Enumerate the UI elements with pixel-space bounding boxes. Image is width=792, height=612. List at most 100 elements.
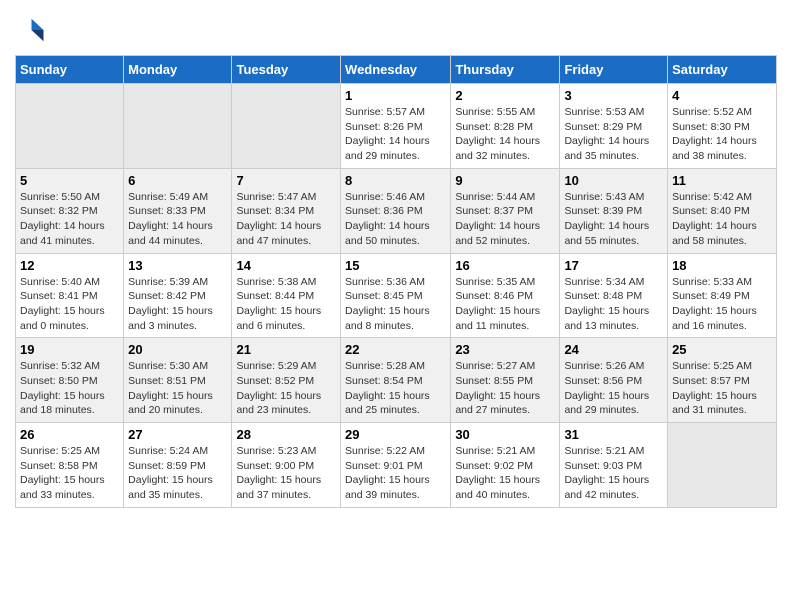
calendar-cell: 18Sunrise: 5:33 AM Sunset: 8:49 PM Dayli… <box>668 253 777 338</box>
calendar-cell: 22 Sunrise: 5:28 AM Sunset: 8:54 PM Dayli… <box>341 338 451 423</box>
day-number: 6 <box>128 173 227 188</box>
calendar-week-row: 26 Sunrise: 5:25 AM Sunset: 8:58 PM Dayli… <box>16 423 777 508</box>
day-info: Sunrise: 5:28 AM Sunset: 8:54 PM Dayligh… <box>345 359 446 418</box>
logo-icon <box>15 15 45 45</box>
day-number: 11 <box>672 173 772 188</box>
day-number: 24 <box>564 342 663 357</box>
calendar-cell: 13 Sunrise: 5:39 AM Sunset: 8:42 PM Dayli… <box>124 253 232 338</box>
day-info: Sunrise: 5:25 AM Sunset: 8:58 PM Dayligh… <box>20 444 119 503</box>
calendar-cell: 24 Sunrise: 5:26 AM Sunset: 8:56 PM Dayli… <box>560 338 668 423</box>
calendar-cell: 4Sunrise: 5:52 AM Sunset: 8:30 PM Daylig… <box>668 84 777 169</box>
calendar-cell: 15 Sunrise: 5:36 AM Sunset: 8:45 PM Dayli… <box>341 253 451 338</box>
calendar-cell: 7 Sunrise: 5:47 AM Sunset: 8:34 PM Daylig… <box>232 168 341 253</box>
day-info: Sunrise: 5:52 AM Sunset: 8:30 PM Dayligh… <box>672 105 772 164</box>
page-header <box>15 15 777 45</box>
calendar-cell <box>124 84 232 169</box>
day-number: 13 <box>128 258 227 273</box>
day-info: Sunrise: 5:21 AM Sunset: 9:03 PM Dayligh… <box>564 444 663 503</box>
day-info: Sunrise: 5:39 AM Sunset: 8:42 PM Dayligh… <box>128 275 227 334</box>
calendar-cell <box>16 84 124 169</box>
weekday-header: Saturday <box>668 56 777 84</box>
calendar-cell: 26 Sunrise: 5:25 AM Sunset: 8:58 PM Dayli… <box>16 423 124 508</box>
day-number: 26 <box>20 427 119 442</box>
weekday-header: Thursday <box>451 56 560 84</box>
day-number: 1 <box>345 88 446 103</box>
calendar-cell: 30 Sunrise: 5:21 AM Sunset: 9:02 PM Dayli… <box>451 423 560 508</box>
calendar-week-row: 19Sunrise: 5:32 AM Sunset: 8:50 PM Dayli… <box>16 338 777 423</box>
day-info: Sunrise: 5:46 AM Sunset: 8:36 PM Dayligh… <box>345 190 446 249</box>
day-number: 16 <box>455 258 555 273</box>
day-info: Sunrise: 5:26 AM Sunset: 8:56 PM Dayligh… <box>564 359 663 418</box>
day-info: Sunrise: 5:38 AM Sunset: 8:44 PM Dayligh… <box>236 275 336 334</box>
day-info: Sunrise: 5:25 AM Sunset: 8:57 PM Dayligh… <box>672 359 772 418</box>
calendar-cell <box>232 84 341 169</box>
day-number: 30 <box>455 427 555 442</box>
day-number: 9 <box>455 173 555 188</box>
calendar-cell: 28 Sunrise: 5:23 AM Sunset: 9:00 PM Dayli… <box>232 423 341 508</box>
calendar-table: SundayMondayTuesdayWednesdayThursdayFrid… <box>15 55 777 508</box>
weekday-header: Wednesday <box>341 56 451 84</box>
calendar-cell: 3 Sunrise: 5:53 AM Sunset: 8:29 PM Daylig… <box>560 84 668 169</box>
day-info: Sunrise: 5:21 AM Sunset: 9:02 PM Dayligh… <box>455 444 555 503</box>
day-number: 5 <box>20 173 119 188</box>
day-number: 29 <box>345 427 446 442</box>
calendar-cell: 29 Sunrise: 5:22 AM Sunset: 9:01 PM Dayli… <box>341 423 451 508</box>
day-number: 8 <box>345 173 446 188</box>
calendar-cell: 31 Sunrise: 5:21 AM Sunset: 9:03 PM Dayli… <box>560 423 668 508</box>
day-info: Sunrise: 5:57 AM Sunset: 8:26 PM Dayligh… <box>345 105 446 164</box>
calendar-cell: 25 Sunrise: 5:25 AM Sunset: 8:57 PM Dayli… <box>668 338 777 423</box>
day-number: 2 <box>455 88 555 103</box>
day-info: Sunrise: 5:27 AM Sunset: 8:55 PM Dayligh… <box>455 359 555 418</box>
logo <box>15 15 47 45</box>
day-number: 22 <box>345 342 446 357</box>
day-info: Sunrise: 5:55 AM Sunset: 8:28 PM Dayligh… <box>455 105 555 164</box>
calendar-cell: 10 Sunrise: 5:43 AM Sunset: 8:39 PM Dayli… <box>560 168 668 253</box>
day-info: Sunrise: 5:43 AM Sunset: 8:39 PM Dayligh… <box>564 190 663 249</box>
day-info: Sunrise: 5:36 AM Sunset: 8:45 PM Dayligh… <box>345 275 446 334</box>
day-info: Sunrise: 5:29 AM Sunset: 8:52 PM Dayligh… <box>236 359 336 418</box>
day-number: 31 <box>564 427 663 442</box>
calendar-cell: 17 Sunrise: 5:34 AM Sunset: 8:48 PM Dayli… <box>560 253 668 338</box>
day-number: 25 <box>672 342 772 357</box>
day-info: Sunrise: 5:35 AM Sunset: 8:46 PM Dayligh… <box>455 275 555 334</box>
day-info: Sunrise: 5:24 AM Sunset: 8:59 PM Dayligh… <box>128 444 227 503</box>
day-info: Sunrise: 5:47 AM Sunset: 8:34 PM Dayligh… <box>236 190 336 249</box>
weekday-header: Monday <box>124 56 232 84</box>
day-number: 23 <box>455 342 555 357</box>
day-number: 7 <box>236 173 336 188</box>
day-number: 17 <box>564 258 663 273</box>
calendar-cell: 12 Sunrise: 5:40 AM Sunset: 8:41 PM Dayli… <box>16 253 124 338</box>
day-number: 27 <box>128 427 227 442</box>
day-info: Sunrise: 5:50 AM Sunset: 8:32 PM Dayligh… <box>20 190 119 249</box>
calendar-cell: 27 Sunrise: 5:24 AM Sunset: 8:59 PM Dayli… <box>124 423 232 508</box>
day-number: 21 <box>236 342 336 357</box>
calendar-cell: 16 Sunrise: 5:35 AM Sunset: 8:46 PM Dayli… <box>451 253 560 338</box>
day-number: 28 <box>236 427 336 442</box>
calendar-cell: 20 Sunrise: 5:30 AM Sunset: 8:51 PM Dayli… <box>124 338 232 423</box>
day-info: Sunrise: 5:23 AM Sunset: 9:00 PM Dayligh… <box>236 444 336 503</box>
day-info: Sunrise: 5:22 AM Sunset: 9:01 PM Dayligh… <box>345 444 446 503</box>
calendar-cell: 2 Sunrise: 5:55 AM Sunset: 8:28 PM Daylig… <box>451 84 560 169</box>
calendar-week-row: 12 Sunrise: 5:40 AM Sunset: 8:41 PM Dayli… <box>16 253 777 338</box>
weekday-header: Friday <box>560 56 668 84</box>
calendar-cell: 14 Sunrise: 5:38 AM Sunset: 8:44 PM Dayli… <box>232 253 341 338</box>
day-info: Sunrise: 5:30 AM Sunset: 8:51 PM Dayligh… <box>128 359 227 418</box>
day-number: 12 <box>20 258 119 273</box>
calendar-cell: 6Sunrise: 5:49 AM Sunset: 8:33 PM Daylig… <box>124 168 232 253</box>
day-info: Sunrise: 5:53 AM Sunset: 8:29 PM Dayligh… <box>564 105 663 164</box>
day-info: Sunrise: 5:40 AM Sunset: 8:41 PM Dayligh… <box>20 275 119 334</box>
day-number: 19 <box>20 342 119 357</box>
day-number: 14 <box>236 258 336 273</box>
day-info: Sunrise: 5:42 AM Sunset: 8:40 PM Dayligh… <box>672 190 772 249</box>
calendar-week-row: 5 Sunrise: 5:50 AM Sunset: 8:32 PM Daylig… <box>16 168 777 253</box>
weekday-header: Tuesday <box>232 56 341 84</box>
calendar-cell: 19Sunrise: 5:32 AM Sunset: 8:50 PM Dayli… <box>16 338 124 423</box>
day-info: Sunrise: 5:34 AM Sunset: 8:48 PM Dayligh… <box>564 275 663 334</box>
day-number: 15 <box>345 258 446 273</box>
day-number: 20 <box>128 342 227 357</box>
calendar-cell: 21 Sunrise: 5:29 AM Sunset: 8:52 PM Dayli… <box>232 338 341 423</box>
day-number: 3 <box>564 88 663 103</box>
calendar-header-row: SundayMondayTuesdayWednesdayThursdayFrid… <box>16 56 777 84</box>
day-number: 10 <box>564 173 663 188</box>
calendar-cell: 9Sunrise: 5:44 AM Sunset: 8:37 PM Daylig… <box>451 168 560 253</box>
